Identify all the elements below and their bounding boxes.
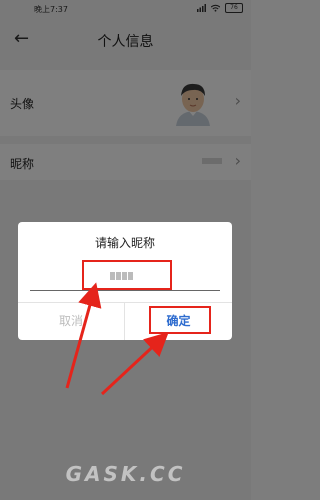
annotation-arrows xyxy=(65,282,169,396)
watermark: GASK.CC xyxy=(65,462,186,486)
arrow-to-confirm-icon xyxy=(100,331,169,396)
arrow-to-input-icon xyxy=(65,282,102,389)
